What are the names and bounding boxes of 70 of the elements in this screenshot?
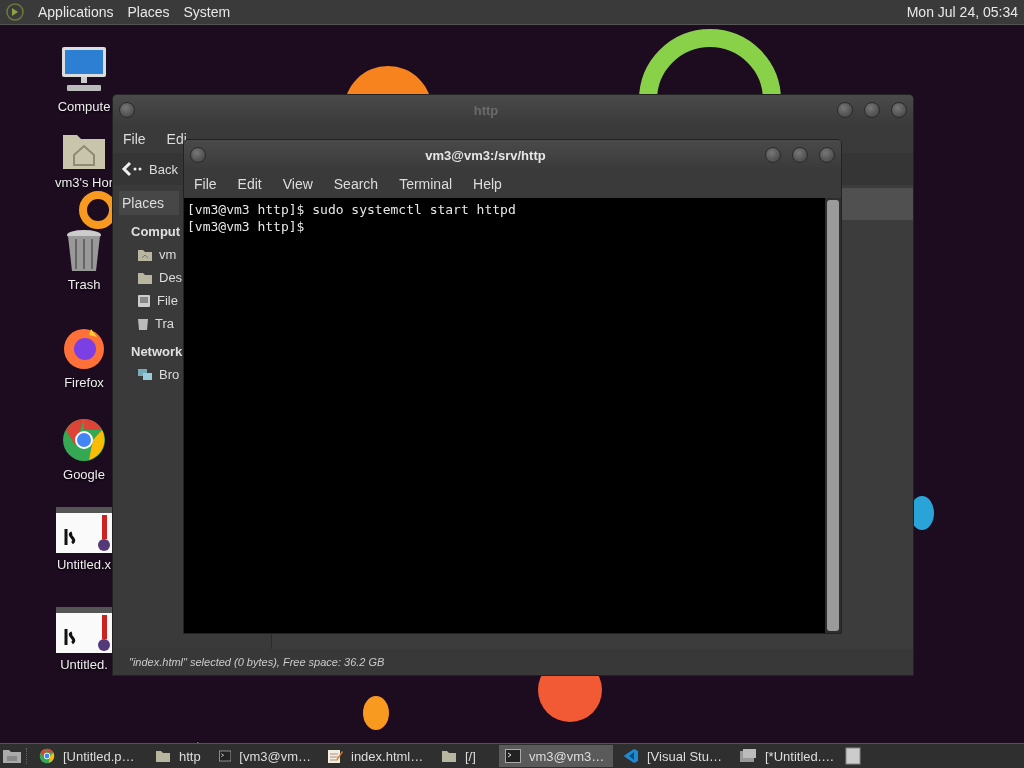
wallpaper-disc — [363, 696, 389, 730]
panel-menu[interactable]: System — [183, 4, 231, 20]
close-button[interactable] — [819, 147, 835, 163]
workspace-switcher-icon[interactable] — [845, 747, 861, 765]
sidebar-item[interactable]: Bro — [137, 363, 180, 386]
drive-icon — [137, 293, 151, 308]
terminal-line: [vm3@vm3 http]$ sudo systemctl start httpd — [187, 201, 517, 218]
menu-item[interactable]: Edit — [237, 176, 262, 192]
window-title: vm3@vm3:/srv/http — [424, 147, 547, 163]
terminal-icon — [505, 749, 521, 763]
sidebar-item[interactable]: File — [137, 289, 178, 312]
chrome-icon — [39, 748, 55, 764]
sidebar-dropdown[interactable]: Places — [119, 191, 179, 215]
network-icon — [137, 367, 153, 382]
folder-icon — [137, 270, 153, 285]
status-bar: "index.html" selected (0 bytes), Free space: 36.2 GB — [113, 649, 913, 675]
minimize-button[interactable] — [837, 102, 853, 118]
sidebar-item[interactable]: Des — [137, 266, 183, 289]
paint-icon — [739, 748, 757, 764]
sidebar-item[interactable]: vm — [137, 243, 177, 266]
menu-item[interactable]: Help — [473, 176, 502, 192]
taskbar-button[interactable]: vm3@vm3… — [499, 745, 613, 767]
desktop-icon-label[interactable]: Untitled.x — [56, 557, 112, 572]
notepad-icon — [327, 748, 343, 764]
maximize-button[interactable] — [792, 147, 808, 163]
desktop-icon-label[interactable]: vm3's Hor — [54, 175, 114, 190]
taskbar-button[interactable]: index.html… — [321, 745, 431, 767]
taskbar-button[interactable]: [vm3@vm… — [213, 745, 317, 767]
desktop-icon-label[interactable]: Untitled. — [60, 657, 108, 672]
image-thumbnail-icon — [56, 507, 112, 553]
desktop-icon-label[interactable]: Trash — [67, 277, 101, 292]
menu-item[interactable]: Search — [333, 176, 379, 192]
home-folder-icon — [137, 247, 153, 262]
window-menu-button[interactable] — [119, 102, 135, 118]
panel-menu[interactable]: Places — [127, 4, 170, 20]
scrollbar-thumb[interactable] — [827, 200, 839, 631]
sidebar-section-title: Comput — [131, 224, 181, 239]
trash-icon — [64, 229, 104, 273]
sidebar-section-title: Network — [131, 344, 183, 359]
chrome-icon — [61, 417, 107, 463]
folder-icon — [155, 749, 171, 763]
menu-item[interactable]: File — [194, 176, 217, 192]
menu-item[interactable]: View — [282, 176, 313, 192]
taskbar-button[interactable]: http — [149, 745, 209, 767]
back-arrow-icon — [121, 161, 143, 177]
desktop-icon-label[interactable]: Compute — [57, 99, 111, 114]
trash-icon — [137, 316, 149, 331]
vscode-icon — [623, 748, 639, 764]
terminal-line: [vm3@vm3 http]$ — [187, 218, 306, 235]
taskbar-button[interactable]: [/] — [435, 745, 495, 767]
folder-icon — [441, 749, 457, 763]
back-button[interactable]: Back — [121, 161, 178, 177]
image-thumbnail-icon — [56, 607, 112, 653]
panel-menu[interactable]: Applications — [38, 4, 114, 20]
desktop-icon-label[interactable]: Firefox — [64, 375, 104, 390]
taskbar-button[interactable]: [*Untitled.… — [733, 745, 841, 767]
maximize-button[interactable] — [864, 102, 880, 118]
taskbar-button[interactable]: [Untitled.p… — [33, 745, 145, 767]
show-desktop-icon[interactable] — [2, 748, 22, 764]
taskbar-button[interactable]: [Visual Stu… — [617, 745, 729, 767]
terminal-icon — [219, 749, 232, 763]
minimize-button[interactable] — [765, 147, 781, 163]
clock[interactable]: Mon Jul 24, 05:34 — [906, 4, 1018, 20]
close-button[interactable] — [891, 102, 907, 118]
menu-item[interactable]: Terminal — [399, 176, 453, 192]
start-menu-icon[interactable] — [6, 3, 24, 21]
sidebar-item[interactable]: Tra — [137, 312, 175, 335]
window-menu-button[interactable] — [190, 147, 206, 163]
desktop-icon-label[interactable]: Google — [63, 467, 105, 482]
menu-item[interactable]: File — [123, 131, 146, 147]
